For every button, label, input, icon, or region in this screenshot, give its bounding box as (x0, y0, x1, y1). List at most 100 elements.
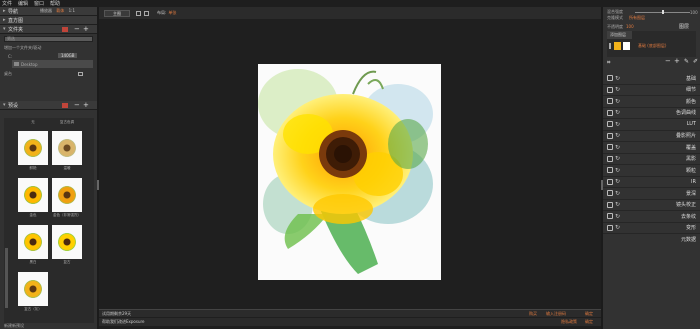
menu-help[interactable]: 帮助 (50, 0, 60, 7)
navigation-header[interactable]: ▸ 导航 播放器 载体 1:1 (0, 7, 97, 16)
reset-icon[interactable]: ↻ (615, 75, 620, 82)
adjustment-depth-of-field[interactable]: ↻ 景深 (603, 188, 700, 200)
reset-icon[interactable]: ↻ (615, 190, 620, 197)
remove-folder-icon[interactable]: − (74, 25, 80, 33)
reset-icon[interactable]: ↻ (615, 167, 620, 174)
folders-footer: 桌台 (0, 70, 97, 78)
opacity-value[interactable]: 100 (626, 24, 634, 29)
adjustment-label: IR (691, 178, 696, 185)
panel-toggle-icon[interactable] (607, 86, 613, 93)
clone-mode-value[interactable]: 所有图层 (629, 15, 645, 21)
main-image[interactable] (258, 64, 441, 280)
adjustment-grain[interactable]: ↻ 颗粒 (603, 165, 700, 177)
panel-toggle-icon[interactable] (607, 201, 613, 208)
folders-header[interactable]: ▾ 文件夹 − + (0, 25, 97, 34)
reset-icon[interactable]: ↻ (615, 121, 620, 128)
reset-icon[interactable]: ↻ (615, 144, 620, 151)
nav-mode-b[interactable]: 载体 (56, 8, 64, 13)
adjustment-basic[interactable]: ↻ 基础 (603, 73, 700, 85)
preset-thumbnail[interactable] (18, 225, 48, 259)
preset-scrollbar[interactable] (5, 248, 8, 308)
reset-icon[interactable]: ↻ (615, 201, 620, 208)
remove-preset-icon[interactable]: − (74, 101, 80, 109)
panel-toggle-icon[interactable] (607, 75, 613, 82)
add-preset-icon[interactable]: + (83, 101, 89, 109)
enter-code-link[interactable]: 输入注册码 (546, 310, 566, 317)
adjustment-overlay[interactable]: ↻ 覆盖 (603, 142, 700, 154)
preset-thumbnail[interactable] (52, 225, 82, 259)
reset-icon[interactable]: ↻ (615, 155, 620, 162)
adjustment-defringe[interactable]: ↻ 去条纹 (603, 211, 700, 223)
adjustment-double-exposure[interactable]: ↻ 叠影照片 (603, 131, 700, 142)
layer-name[interactable]: 基础 (底部图层) (638, 43, 666, 49)
slider-thumb[interactable] (662, 10, 664, 14)
add-layer-icon[interactable]: + (674, 57, 680, 65)
reset-icon[interactable]: ↻ (615, 178, 620, 185)
reset-icon[interactable]: ↻ (615, 132, 620, 139)
grid-icon[interactable] (78, 72, 83, 76)
menu-edit[interactable]: 编辑 (18, 0, 28, 7)
presets-header[interactable]: ▾ 预设 − + (0, 101, 97, 110)
folder-color-icon[interactable] (62, 27, 68, 32)
nav-mode-a[interactable]: 播放器 (40, 8, 52, 13)
reset-icon[interactable]: ↻ (615, 213, 620, 220)
drive-row[interactable]: C: 140GB (0, 52, 97, 60)
privacy-link[interactable]: 隐私政策 (561, 318, 577, 325)
compare-view-icon[interactable] (144, 10, 149, 16)
grid-view-icon[interactable] (136, 10, 141, 16)
buy-link[interactable]: 购买 (529, 310, 537, 317)
histogram-header[interactable]: ▸ 直方图 (0, 16, 97, 25)
adjustment-transform[interactable]: ↻ 变形 (603, 223, 700, 234)
brush-icon[interactable]: ✎ (684, 58, 689, 65)
layer-row[interactable]: 基础 (底部图层) (607, 41, 696, 51)
reset-icon[interactable]: ↻ (615, 224, 620, 231)
remove-layer-icon[interactable]: − (665, 57, 671, 65)
reset-icon[interactable]: ↻ (615, 98, 620, 105)
preset-thumbnail-grid: 无 复古色调 鲜艳 温暖 金色 金色（非常强烈） 黑白 复古 复古（灰） (4, 118, 94, 323)
panel-toggle-icon[interactable] (607, 132, 613, 139)
panel-toggle-icon[interactable] (607, 144, 613, 151)
menu-file[interactable]: 文件 (2, 0, 12, 7)
adjustment-ir[interactable]: ↻ IR (603, 177, 700, 188)
nav-zoom[interactable]: 1:1 (69, 8, 75, 13)
presets-footer[interactable]: 新建新预设 (0, 323, 24, 329)
preset-thumbnail[interactable] (18, 178, 48, 212)
panel-toggle-icon[interactable] (607, 155, 613, 162)
adjustment-lens-correction[interactable]: ↻ 镜头校正 (603, 200, 700, 211)
preset-label: 鲜艳 (29, 166, 37, 170)
eraser-icon[interactable]: ✐ (693, 58, 698, 65)
menu-window[interactable]: 窗口 (34, 0, 44, 7)
reset-icon[interactable]: ↻ (615, 109, 620, 116)
layer-thumbnail (614, 42, 621, 50)
visibility-icon[interactable] (609, 43, 611, 49)
panel-toggle-icon[interactable] (607, 109, 613, 116)
main-view-button[interactable]: 主图 (104, 9, 130, 17)
panel-toggle-icon[interactable] (607, 178, 613, 185)
panel-toggle-icon[interactable] (607, 98, 613, 105)
reset-icon[interactable]: ↻ (615, 86, 620, 93)
desktop-folder-row[interactable]: Desktop (12, 60, 93, 68)
folder-filter-input[interactable]: 筛选 (4, 36, 93, 42)
panel-toggle-icon[interactable] (607, 167, 613, 174)
preset-thumbnail[interactable] (52, 131, 82, 165)
trial-ok-link[interactable]: 确定 (585, 310, 593, 317)
adjustment-color[interactable]: ↻ 颜色 (603, 96, 700, 108)
adjustment-metadata[interactable]: 元数据 (603, 234, 700, 246)
panel-toggle-icon[interactable] (607, 213, 613, 220)
panel-toggle-icon[interactable] (607, 224, 613, 231)
crop-icon[interactable]: ⌗ (607, 59, 610, 67)
preset-thumbnail[interactable] (18, 131, 48, 165)
adjustment-tone-curve[interactable]: ↻ 色调曲线 (603, 108, 700, 119)
preset-thumbnail[interactable] (18, 272, 48, 306)
add-layer-row[interactable]: 添加图层 (607, 31, 632, 39)
layout-value[interactable]: 单张 (168, 10, 176, 16)
adjustment-detail[interactable]: ↻ 细节 (603, 85, 700, 96)
preset-color-icon[interactable] (62, 103, 68, 108)
add-folder-icon[interactable]: + (83, 25, 89, 33)
adjustment-lut[interactable]: ↻ LUT (603, 119, 700, 131)
preset-thumbnail[interactable] (52, 178, 82, 212)
panel-toggle-icon[interactable] (607, 121, 613, 128)
adjustment-vignette[interactable]: ↻ 黑影 (603, 154, 700, 165)
panel-toggle-icon[interactable] (607, 190, 613, 197)
feedback-ok-link[interactable]: 确定 (585, 318, 593, 325)
